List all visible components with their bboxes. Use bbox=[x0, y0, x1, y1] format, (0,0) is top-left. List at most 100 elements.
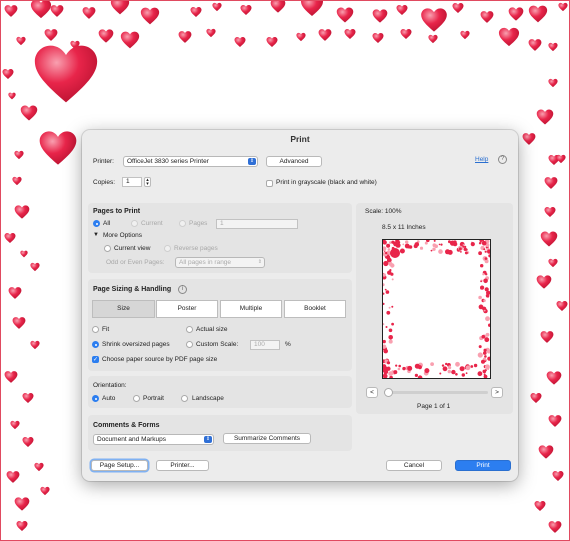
heart-icon bbox=[372, 32, 384, 44]
heart-icon bbox=[22, 392, 34, 404]
thumbnail-heart-dot bbox=[485, 293, 490, 298]
thumbnail-heart-dot bbox=[438, 243, 441, 246]
preview-slider[interactable] bbox=[384, 391, 488, 394]
preview-page-hearts bbox=[380, 238, 492, 380]
copies-stepper[interactable]: ▴ ▾ bbox=[144, 177, 151, 187]
heart-icon bbox=[12, 176, 22, 186]
heart-icon bbox=[38, 128, 78, 168]
preview-slider-knob[interactable] bbox=[384, 388, 393, 397]
heart-icon bbox=[336, 6, 354, 24]
heart-icon bbox=[400, 28, 412, 40]
thumbnail-heart-dot bbox=[459, 366, 465, 372]
thumbnail-heart-dot bbox=[488, 323, 492, 327]
info-icon[interactable]: i bbox=[178, 285, 187, 294]
custom-scale-radio[interactable] bbox=[186, 341, 193, 348]
thumbnail-heart-dot bbox=[484, 364, 490, 370]
heart-icon bbox=[428, 34, 438, 44]
thumbnail-heart-dot bbox=[465, 365, 471, 371]
heart-icon bbox=[318, 28, 332, 42]
grayscale-checkbox[interactable] bbox=[266, 180, 273, 187]
chevron-updown-icon: ⇕ bbox=[257, 259, 262, 265]
all-pages-label: All bbox=[103, 220, 111, 227]
thumbnail-heart-dot bbox=[461, 373, 465, 377]
thumbnail-heart-dot bbox=[419, 246, 424, 250]
thumbnail-heart-dot bbox=[397, 367, 401, 371]
heart-icon bbox=[140, 6, 160, 26]
heart-icon bbox=[536, 274, 552, 290]
heart-icon bbox=[536, 108, 554, 126]
preview-next-button[interactable]: > bbox=[491, 387, 503, 398]
current-page-radio[interactable] bbox=[131, 220, 138, 227]
thumbnail-heart-dot bbox=[388, 328, 393, 333]
all-pages-radio[interactable] bbox=[93, 220, 100, 227]
advanced-button[interactable]: Advanced bbox=[266, 156, 322, 167]
percent-label: % bbox=[285, 341, 291, 348]
cancel-button[interactable]: Cancel bbox=[386, 460, 442, 471]
page-range-radio[interactable] bbox=[179, 220, 186, 227]
thumbnail-heart-dot bbox=[470, 242, 475, 247]
thumbnail-heart-dot bbox=[458, 247, 462, 251]
shrink-oversized-label: Shrink oversized pages bbox=[102, 341, 170, 348]
help-icon[interactable]: ? bbox=[498, 155, 507, 164]
thumbnail-heart-dot bbox=[389, 241, 392, 244]
thumbnail-heart-dot bbox=[484, 250, 487, 253]
comments-forms-select[interactable]: Document and Markups ⇕ bbox=[93, 434, 214, 445]
shrink-oversized-radio[interactable] bbox=[92, 341, 99, 348]
thumbnail-heart-dot bbox=[407, 365, 413, 371]
actual-size-radio[interactable] bbox=[186, 326, 193, 333]
summarize-comments-button[interactable]: Summarize Comments bbox=[223, 433, 311, 444]
thumbnail-heart-dot bbox=[386, 310, 391, 315]
thumbnail-heart-dot bbox=[381, 246, 387, 251]
thumbnail-heart-dot bbox=[417, 375, 423, 380]
thumbnail-heart-dot bbox=[432, 243, 437, 247]
heart-icon bbox=[98, 28, 114, 44]
orientation-portrait-radio[interactable] bbox=[133, 395, 140, 402]
thumbnail-heart-dot bbox=[391, 322, 394, 326]
heart-icon bbox=[120, 30, 140, 50]
comments-forms-value: Document and Markups bbox=[97, 436, 167, 443]
page-setup-button[interactable]: Page Setup... bbox=[91, 460, 148, 471]
page-range-input[interactable]: 1 bbox=[216, 219, 298, 229]
grayscale-label: Print in grayscale (black and white) bbox=[276, 179, 377, 186]
printer-settings-button[interactable]: Printer... bbox=[156, 460, 209, 471]
heart-icon bbox=[14, 204, 30, 220]
thumbnail-heart-dot bbox=[388, 339, 393, 344]
thumbnail-heart-dot bbox=[402, 243, 405, 246]
more-options-toggle[interactable]: More Options bbox=[103, 232, 142, 239]
tab-size[interactable]: Size bbox=[92, 300, 155, 318]
fit-radio[interactable] bbox=[92, 326, 99, 333]
heart-icon bbox=[270, 0, 286, 14]
heart-icon bbox=[22, 436, 34, 448]
heart-icon bbox=[240, 4, 252, 16]
printer-select-value: OfficeJet 3830 series Printer bbox=[127, 158, 209, 165]
thumbnail-heart-dot bbox=[385, 326, 388, 328]
orientation-landscape-radio[interactable] bbox=[181, 395, 188, 402]
thumbnail-heart-dot bbox=[478, 345, 482, 349]
preview-prev-button[interactable]: < bbox=[366, 387, 378, 398]
thumbnail-heart-dot bbox=[445, 362, 448, 366]
heart-icon bbox=[460, 30, 470, 40]
orientation-auto-radio[interactable] bbox=[92, 395, 99, 402]
thumbnail-heart-dot bbox=[424, 368, 430, 374]
tab-booklet[interactable]: Booklet bbox=[284, 300, 346, 318]
heart-icon bbox=[540, 230, 558, 248]
preview-page-thumbnail bbox=[380, 238, 492, 380]
disclosure-triangle-icon[interactable]: ▼ bbox=[93, 232, 99, 238]
orientation-title: Orientation: bbox=[93, 382, 127, 389]
printer-select[interactable]: OfficeJet 3830 series Printer ⇕ bbox=[123, 156, 258, 167]
tab-multiple[interactable]: Multiple bbox=[220, 300, 282, 318]
odd-even-select[interactable]: All pages in range ⇕ bbox=[175, 257, 265, 268]
tab-poster[interactable]: Poster bbox=[156, 300, 218, 318]
help-link[interactable]: Help bbox=[475, 156, 488, 163]
preview-scale-label: Scale: 100% bbox=[365, 208, 402, 215]
thumbnail-heart-dot bbox=[478, 304, 484, 310]
current-view-radio[interactable] bbox=[104, 245, 111, 252]
heart-icon bbox=[82, 6, 96, 20]
thumbnail-heart-dot bbox=[483, 248, 486, 251]
print-button[interactable]: Print bbox=[455, 460, 511, 471]
choose-paper-checkbox[interactable]: ✓ bbox=[92, 356, 99, 363]
copies-input[interactable]: 1 bbox=[122, 177, 142, 187]
reverse-pages-checkbox[interactable] bbox=[164, 245, 171, 252]
custom-scale-input[interactable]: 100 bbox=[250, 340, 280, 350]
pages-to-print-title: Pages to Print bbox=[93, 208, 141, 215]
